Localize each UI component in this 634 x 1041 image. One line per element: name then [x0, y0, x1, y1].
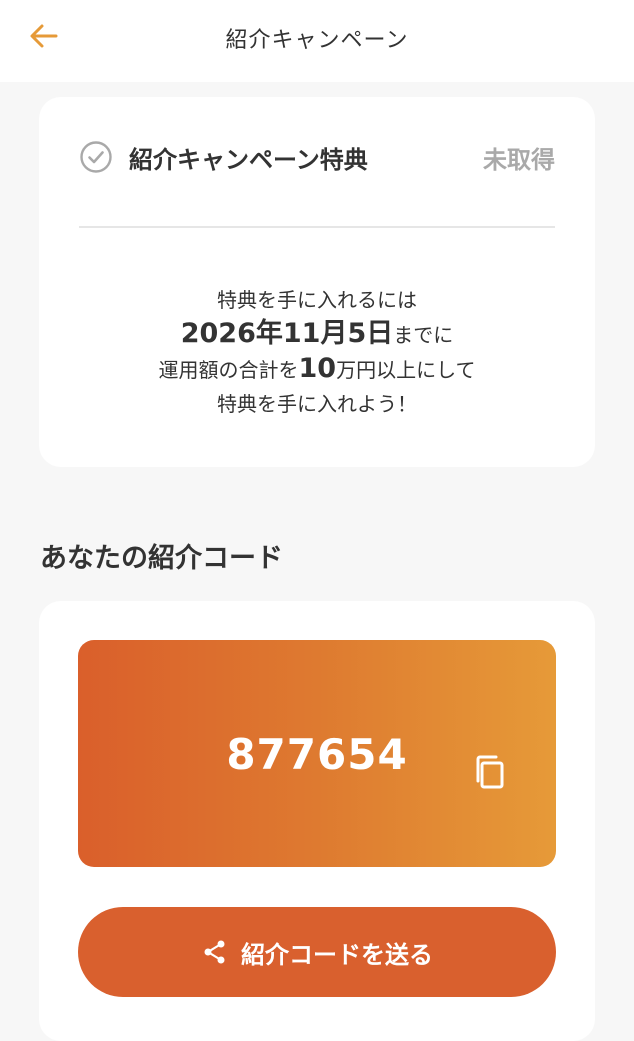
app-header: 紹介キャンペーン	[0, 0, 634, 82]
amount-value: 10	[298, 353, 337, 384]
copy-icon	[476, 755, 504, 789]
referral-code-card: 877654 紹介コードを送る	[39, 601, 595, 1041]
referral-section-title: あなたの紹介コード	[40, 543, 283, 574]
benefit-card: 紹介キャンペーン特典 未取得 特典を手に入れるには 2026年11月5日までに …	[39, 97, 595, 467]
share-icon	[204, 940, 225, 964]
benefit-header: 紹介キャンペーン特典 未取得	[79, 137, 555, 177]
copy-button[interactable]	[468, 750, 512, 794]
deadline-suffix: までに	[393, 323, 454, 347]
send-button-label: 紹介コードを送る	[241, 940, 433, 969]
benefit-status-badge: 未取得	[483, 145, 555, 174]
send-referral-code-button[interactable]: 紹介コードを送る	[78, 907, 556, 997]
benefit-title: 紹介キャンペーン特典	[129, 145, 368, 174]
amount-suffix: 万円以上にして	[336, 358, 476, 382]
benefit-message-line2: 2026年11月5日までに	[39, 317, 595, 352]
amount-prefix: 運用額の合計を	[158, 358, 299, 382]
benefit-message-line4: 特典を手に入れよう！	[217, 392, 417, 416]
referral-code-box: 877654	[78, 640, 556, 867]
divider	[79, 226, 555, 228]
deadline-date: 2026年11月5日	[180, 318, 394, 349]
page-title: 紹介キャンペーン	[225, 28, 409, 53]
benefit-message: 特典を手に入れるには 2026年11月5日までに 運用額の合計を10万円以上にし…	[39, 283, 595, 421]
benefit-message-line3: 運用額の合計を10万円以上にして	[39, 352, 595, 387]
check-circle-icon	[80, 141, 112, 173]
benefit-message-line1: 特典を手に入れるには	[217, 288, 417, 312]
